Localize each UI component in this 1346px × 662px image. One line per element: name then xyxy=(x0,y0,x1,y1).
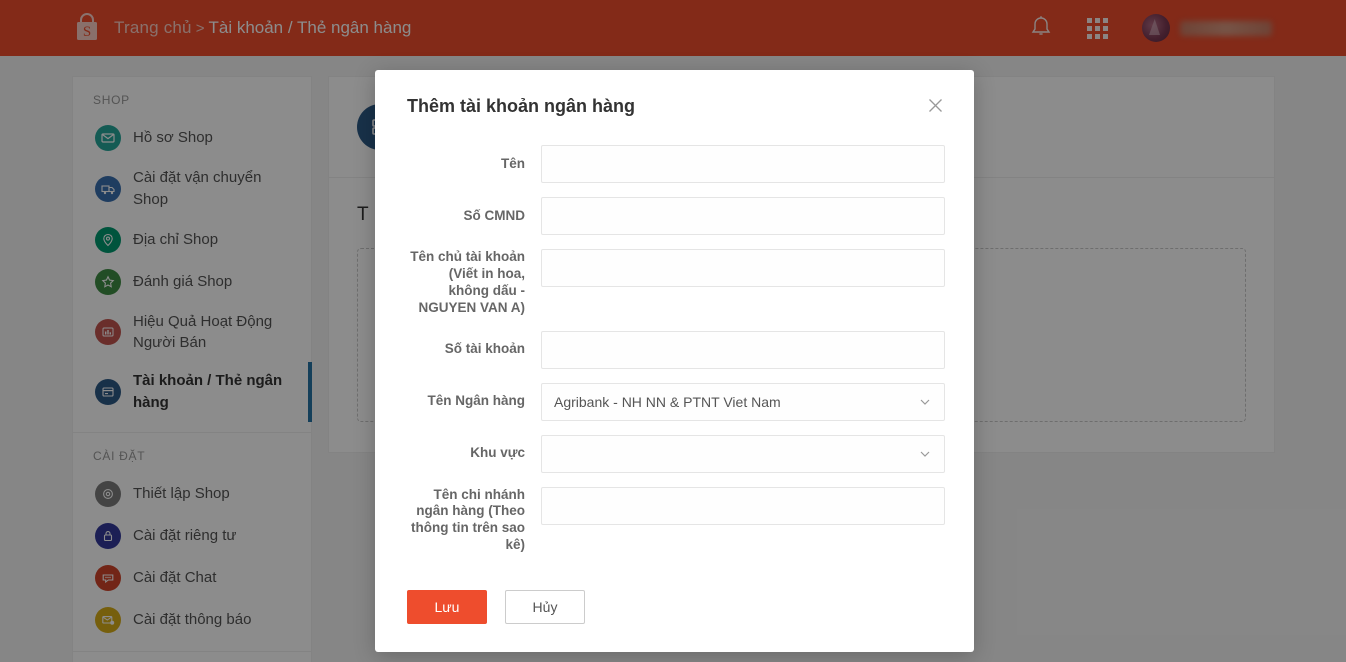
field-row-account-holder: Tên chủ tài khoản (Viết in hoa, không dấ… xyxy=(407,249,942,317)
field-row-account-number: Số tài khoản xyxy=(407,331,942,369)
save-button[interactable]: Lưu xyxy=(407,590,487,624)
bank-name-value: Agribank - NH NN & PTNT Viet Nam xyxy=(554,394,781,410)
id-number-input[interactable] xyxy=(541,197,945,235)
field-control xyxy=(541,435,945,473)
field-control xyxy=(541,249,945,317)
field-label: Khu vực xyxy=(407,445,541,462)
field-row-bank-name: Tên Ngân hàng Agribank - NH NN & PTNT Vi… xyxy=(407,383,942,421)
region-select[interactable] xyxy=(541,435,945,473)
field-row-id-number: Số CMND xyxy=(407,197,942,235)
modal-footer: Lưu Hủy xyxy=(375,568,974,652)
field-control xyxy=(541,197,945,235)
field-label: Tên xyxy=(407,156,541,173)
chevron-down-icon xyxy=(918,395,932,409)
field-label: Tên chi nhánh ngân hàng (Theo thông tin … xyxy=(407,487,541,555)
field-label: Tên chủ tài khoản (Viết in hoa, không dấ… xyxy=(407,249,541,317)
bank-name-select[interactable]: Agribank - NH NN & PTNT Viet Nam xyxy=(541,383,945,421)
add-bank-account-modal: Thêm tài khoản ngân hàng Tên Số CMND Tên… xyxy=(375,70,974,652)
field-row-branch-name: Tên chi nhánh ngân hàng (Theo thông tin … xyxy=(407,487,942,555)
field-control: Agribank - NH NN & PTNT Viet Nam xyxy=(541,383,945,421)
field-control xyxy=(541,331,945,369)
close-icon[interactable] xyxy=(922,92,948,118)
name-input[interactable] xyxy=(541,145,945,183)
field-row-region: Khu vực xyxy=(407,435,942,473)
modal-header: Thêm tài khoản ngân hàng xyxy=(375,70,974,117)
account-number-input[interactable] xyxy=(541,331,945,369)
account-holder-input[interactable] xyxy=(541,249,945,287)
modal-body: Tên Số CMND Tên chủ tài khoản (Viết in h… xyxy=(375,117,974,554)
cancel-button[interactable]: Hủy xyxy=(505,590,585,624)
field-control xyxy=(541,145,945,183)
chevron-down-icon xyxy=(918,447,932,461)
branch-name-input[interactable] xyxy=(541,487,945,525)
field-row-name: Tên xyxy=(407,145,942,183)
field-label: Số tài khoản xyxy=(407,341,541,358)
modal-title: Thêm tài khoản ngân hàng xyxy=(407,96,942,117)
field-label: Số CMND xyxy=(407,208,541,225)
field-label: Tên Ngân hàng xyxy=(407,393,541,410)
field-control xyxy=(541,487,945,555)
